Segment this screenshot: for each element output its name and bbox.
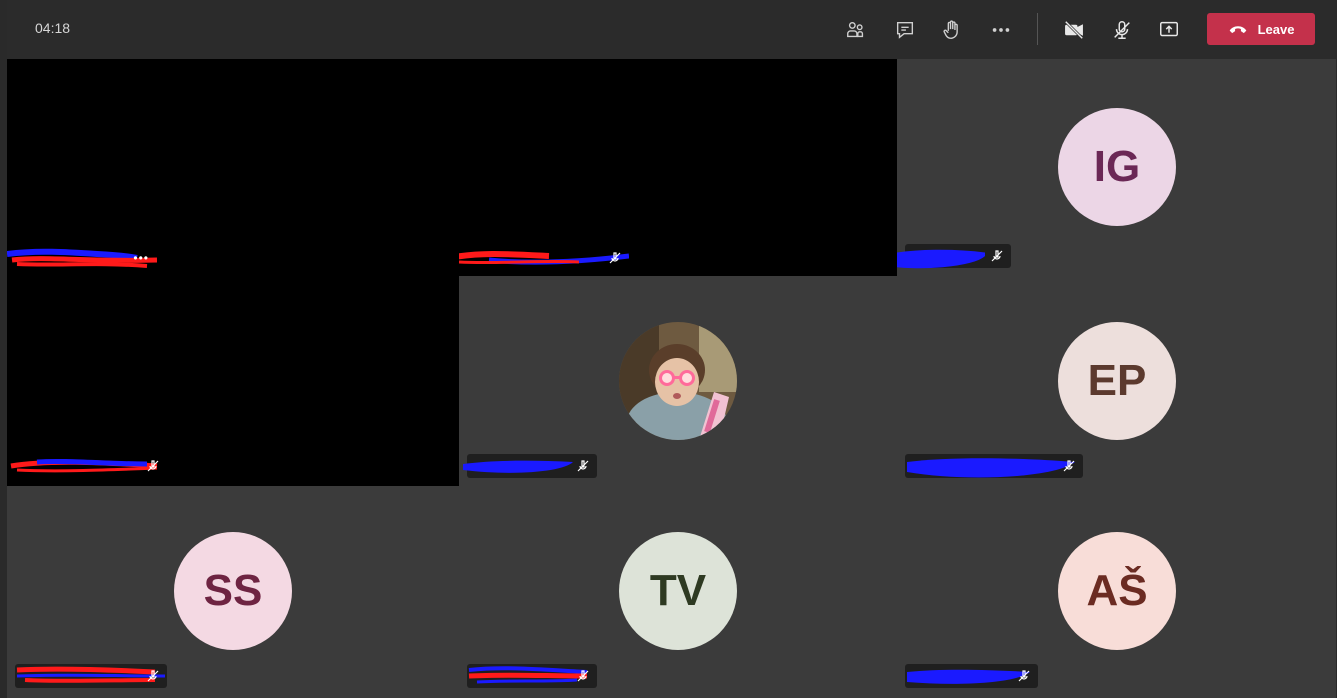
participant-avatar: IG <box>1058 108 1176 226</box>
participant-tile[interactable]: ••• <box>7 59 459 276</box>
mic-off-icon <box>577 670 589 682</box>
participant-tile[interactable] <box>459 59 897 276</box>
participant-tile[interactable] <box>7 276 459 486</box>
leave-button-label: Leave <box>1257 21 1295 37</box>
toolbar-divider <box>1037 13 1038 45</box>
redacted-name-scribble <box>10 458 158 473</box>
participant-avatar: TV <box>619 532 737 650</box>
participant-name-tag <box>897 244 1011 269</box>
more-icon <box>992 28 1010 32</box>
participant-photo <box>619 322 737 440</box>
mic-off-icon <box>147 460 159 472</box>
mic-off-icon <box>1018 670 1030 682</box>
hang-up-icon <box>1229 26 1246 34</box>
meeting-timer: 04:18 <box>35 20 71 36</box>
participant-name-tag <box>459 246 629 270</box>
raise-hand-icon <box>943 20 958 39</box>
mic-off-icon <box>991 250 1003 262</box>
participant-tile[interactable]: TV <box>459 486 897 698</box>
chat-icon <box>896 21 914 39</box>
participant-initials: IG <box>1093 142 1141 191</box>
show-chat-button[interactable] <box>888 13 922 47</box>
participant-tile[interactable]: AŠ <box>897 486 1336 698</box>
camera-toggle-button[interactable] <box>1057 13 1091 47</box>
camera-off-icon <box>1064 20 1084 40</box>
participant-initials: TV <box>649 566 707 615</box>
participant-initials: SS <box>203 566 263 615</box>
mic-off-icon <box>609 252 621 264</box>
redacted-name-scribble <box>907 458 1075 478</box>
participant-avatar: EP <box>1058 322 1176 440</box>
participant-tile[interactable]: SS <box>7 486 459 698</box>
more-actions-button[interactable] <box>984 13 1018 47</box>
participant-tile[interactable] <box>459 276 897 486</box>
more-options-icon: ••• <box>133 251 149 265</box>
mic-off-icon <box>147 670 159 682</box>
participant-name-tag <box>15 664 167 688</box>
participant-name-tag <box>7 454 167 478</box>
participant-avatar: AŠ <box>1058 532 1176 650</box>
participant-tile[interactable]: EP <box>897 276 1336 486</box>
participant-initials: EP <box>1087 356 1147 405</box>
mic-toggle-button[interactable] <box>1105 13 1139 47</box>
mic-off-icon <box>1063 460 1075 472</box>
meeting-toolbar: 04:18 Leave <box>7 0 1336 59</box>
participant-name-tag <box>463 454 597 478</box>
participant-tile[interactable]: IG <box>897 59 1336 276</box>
redacted-name-scribble <box>897 249 985 269</box>
mic-off-icon <box>577 460 589 472</box>
redacted-name-scribble <box>16 666 166 683</box>
show-participants-button[interactable] <box>839 13 873 47</box>
people-icon <box>847 21 864 38</box>
share-screen-button[interactable] <box>1152 13 1186 47</box>
participant-name-tag <box>905 664 1038 688</box>
participant-name-tag <box>467 664 597 688</box>
share-screen-icon <box>1160 21 1178 37</box>
mic-off-icon <box>1114 21 1130 39</box>
raise-hand-button[interactable] <box>935 13 969 47</box>
redacted-name-scribble <box>463 460 573 473</box>
participant-avatar: SS <box>174 532 292 650</box>
participant-name-tag: ••• <box>7 246 157 270</box>
participant-name-tag <box>905 454 1083 478</box>
redacted-name-scribble <box>459 251 629 265</box>
child-profile-photo <box>619 322 737 440</box>
participant-initials: AŠ <box>1086 566 1148 615</box>
leave-button[interactable]: Leave <box>1207 13 1315 45</box>
